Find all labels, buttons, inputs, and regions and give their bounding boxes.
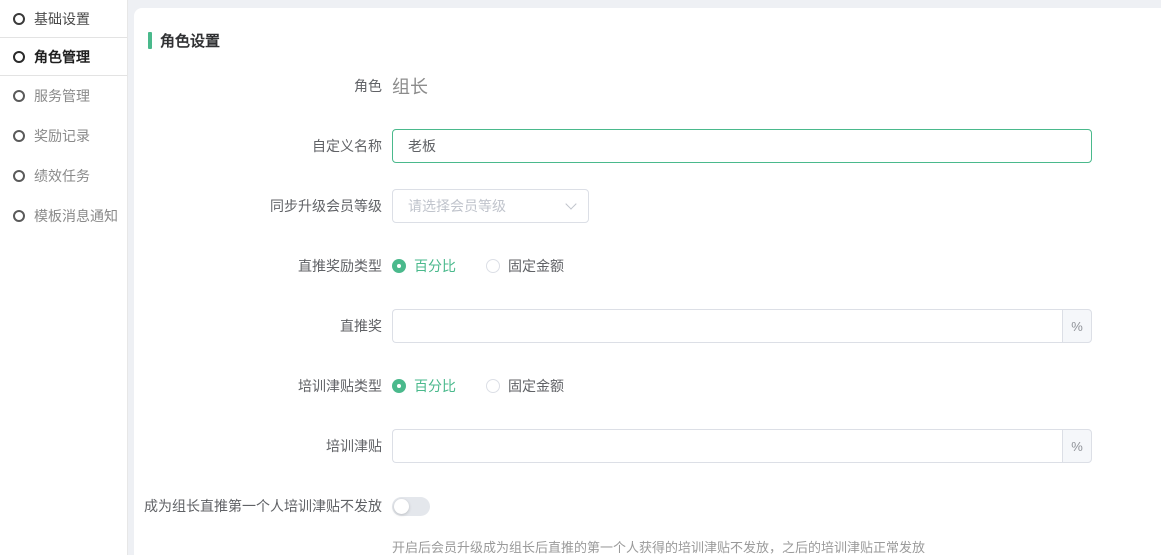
first-person-toggle-label: 成为组长直推第一个人培训津贴不发放	[134, 496, 392, 516]
percent-suffix: %	[1062, 309, 1092, 343]
sidebar-item-performance-tasks[interactable]: 绩效任务	[0, 156, 127, 196]
role-settings-form: 角色 组长 自定义名称 同步升级会员等级 请选择会员等级 直推奖励类型	[134, 69, 1161, 555]
form-row-direct-reward-type: 直推奖励类型 百分比 固定金额	[134, 249, 1161, 283]
member-level-select-placeholder: 请选择会员等级	[408, 196, 506, 216]
training-allowance-label: 培训津贴	[134, 436, 392, 456]
sidebar-item-role-management[interactable]: 角色管理	[0, 37, 127, 76]
form-row-direct-reward: 直推奖 %	[134, 309, 1161, 343]
settings-sidebar: 基础设置 角色管理 服务管理 奖励记录 绩效任务 模板消息通知	[0, 0, 128, 555]
percent-suffix: %	[1062, 429, 1092, 463]
sidebar-item-template-message-notify[interactable]: 模板消息通知	[0, 196, 127, 236]
training-allowance-input-group: %	[392, 429, 1092, 463]
sidebar-item-label: 模板消息通知	[34, 206, 118, 226]
radio-unselected-icon	[486, 379, 500, 393]
member-level-select[interactable]: 请选择会员等级	[392, 189, 589, 223]
card-header: 角色设置	[134, 8, 1161, 49]
radio-label: 固定金额	[508, 256, 564, 276]
sidebar-item-label: 基础设置	[34, 9, 90, 29]
step-circle-icon	[13, 51, 25, 63]
direct-reward-type-radio-group: 百分比 固定金额	[392, 256, 594, 276]
radio-fixed-amount[interactable]: 固定金额	[486, 256, 564, 276]
training-allowance-type-label: 培训津贴类型	[134, 376, 392, 396]
direct-reward-input[interactable]	[392, 309, 1062, 343]
toggle-knob	[394, 499, 409, 514]
step-circle-icon	[13, 13, 25, 25]
form-row-first-person-toggle: 成为组长直推第一个人培训津贴不发放	[134, 489, 1161, 523]
radio-label: 固定金额	[508, 376, 564, 396]
radio-fixed-amount[interactable]: 固定金额	[486, 376, 564, 396]
role-value: 组长	[392, 73, 428, 99]
sidebar-item-basic-settings[interactable]: 基础设置	[0, 0, 127, 37]
sidebar-item-label: 奖励记录	[34, 126, 90, 146]
sidebar-item-label: 角色管理	[34, 47, 90, 67]
training-allowance-input[interactable]	[392, 429, 1062, 463]
form-row-role: 角色 组长	[134, 69, 1161, 103]
custom-name-input[interactable]	[392, 129, 1092, 163]
sidebar-item-label: 绩效任务	[34, 166, 90, 186]
radio-unselected-icon	[486, 259, 500, 273]
page-title: 角色设置	[160, 30, 220, 51]
step-circle-icon	[13, 130, 25, 142]
radio-percentage[interactable]: 百分比	[392, 376, 456, 396]
form-row-training-allowance-type: 培训津贴类型 百分比 固定金额	[134, 369, 1161, 403]
chevron-down-icon	[565, 198, 576, 209]
radio-selected-icon	[392, 379, 406, 393]
direct-reward-type-label: 直推奖励类型	[134, 256, 392, 276]
radio-label: 百分比	[414, 376, 456, 396]
sidebar-item-label: 服务管理	[34, 86, 90, 106]
role-settings-card: 角色设置 角色 组长 自定义名称 同步升级会员等级 请选择会员等级 直推奖励类型	[134, 8, 1161, 555]
toggle-hint-text: 开启后会员升级成为组长后直推的第一个人获得的培训津贴不发放，之后的培训津贴正常发…	[392, 537, 1161, 555]
radio-percentage[interactable]: 百分比	[392, 256, 456, 276]
custom-name-label: 自定义名称	[134, 136, 392, 156]
step-circle-icon	[13, 210, 25, 222]
direct-reward-input-group: %	[392, 309, 1092, 343]
direct-reward-label: 直推奖	[134, 316, 392, 336]
form-row-sync-member-level: 同步升级会员等级 请选择会员等级	[134, 189, 1161, 223]
main-panel: 角色设置 角色 组长 自定义名称 同步升级会员等级 请选择会员等级 直推奖励类型	[128, 0, 1161, 555]
sync-member-level-label: 同步升级会员等级	[134, 196, 392, 216]
role-label: 角色	[134, 76, 392, 96]
step-circle-icon	[13, 90, 25, 102]
form-row-training-allowance: 培训津贴 %	[134, 429, 1161, 463]
first-person-no-allowance-toggle[interactable]	[392, 497, 430, 516]
title-accent-bar	[148, 32, 152, 49]
sidebar-item-service-management[interactable]: 服务管理	[0, 76, 127, 116]
radio-label: 百分比	[414, 256, 456, 276]
step-circle-icon	[13, 170, 25, 182]
training-allowance-type-radio-group: 百分比 固定金额	[392, 376, 594, 396]
sidebar-item-reward-records[interactable]: 奖励记录	[0, 116, 127, 156]
radio-selected-icon	[392, 259, 406, 273]
form-row-custom-name: 自定义名称	[134, 129, 1161, 163]
